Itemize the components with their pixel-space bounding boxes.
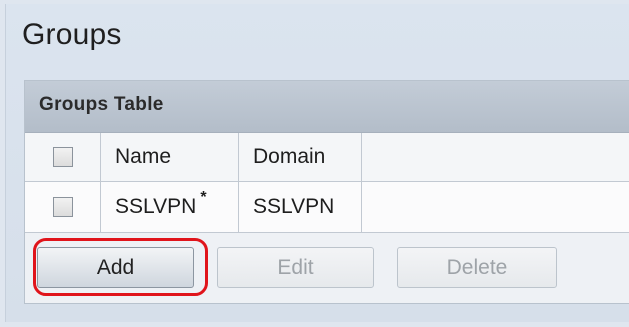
group-domain: SSLVPN (253, 195, 335, 218)
group-name: SSLVPN (115, 195, 197, 218)
column-header-domain[interactable]: Domain (239, 133, 362, 181)
row-checkbox[interactable] (52, 197, 73, 217)
select-all-cell (25, 133, 101, 181)
groups-table-header: Groups Table (25, 81, 629, 133)
select-all-checkbox[interactable] (52, 147, 73, 167)
groups-table-panel: Groups Table Name Domain SSLVPN * SSLVPN… (24, 80, 629, 304)
add-button[interactable]: Add (37, 247, 194, 288)
table-row: SSLVPN * SSLVPN (25, 182, 629, 233)
page-container: Groups Groups Table Name Domain SSLVPN * (5, 4, 629, 322)
group-domain-cell: SSLVPN (239, 182, 362, 232)
default-group-marker: * (200, 189, 207, 206)
table-header-row: Name Domain (25, 133, 629, 182)
delete-button[interactable]: Delete (397, 247, 557, 288)
group-name-cell: SSLVPN * (101, 182, 239, 232)
column-header-name[interactable]: Name (101, 133, 239, 181)
groups-table-title: Groups Table (39, 94, 164, 115)
page-title: Groups (22, 18, 122, 51)
row-select-cell (25, 182, 101, 232)
edit-button[interactable]: Edit (217, 247, 374, 288)
